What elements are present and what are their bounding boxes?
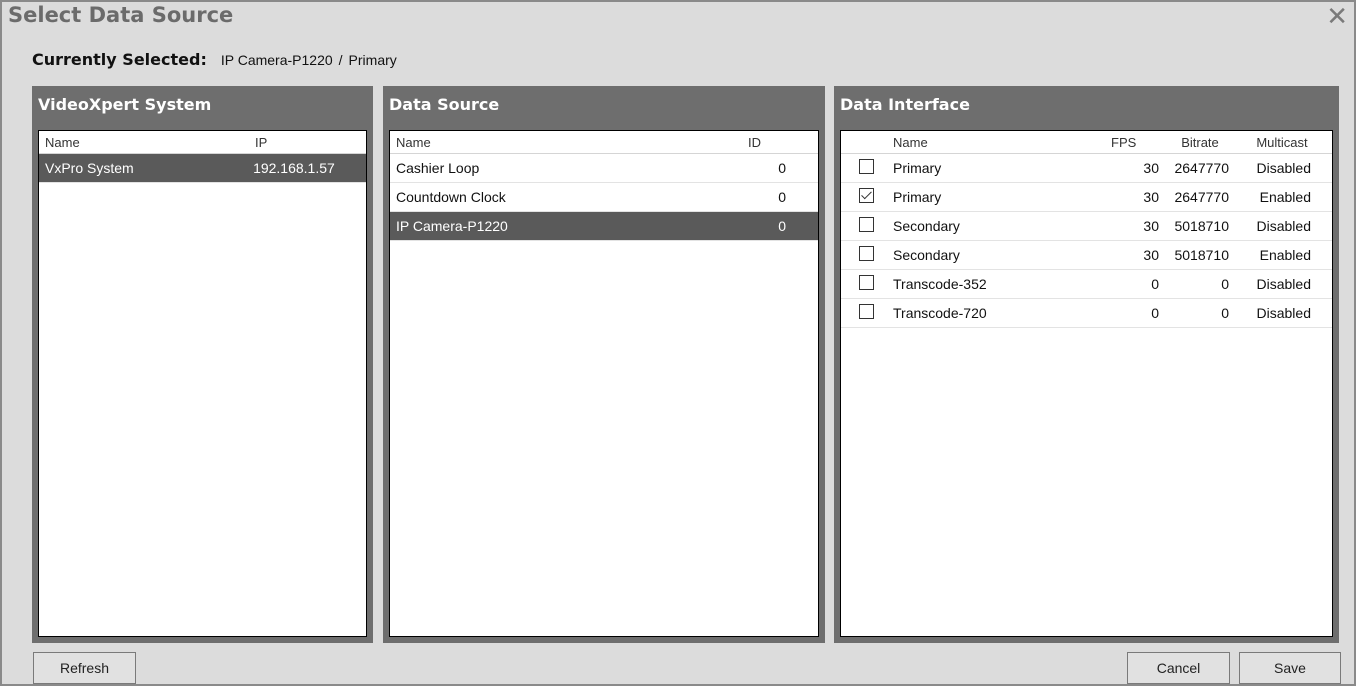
data-source-id: 0: [778, 218, 786, 234]
data-source-name: IP Camera-P1220: [396, 218, 508, 234]
cancel-button[interactable]: Cancel: [1127, 652, 1230, 684]
system-list[interactable]: Name IP VxPro System 192.168.1.57: [38, 130, 367, 637]
data-interface-panel: Data Interface Name FPS Bitrate Multicas…: [834, 86, 1339, 643]
interface-name: Primary: [893, 160, 942, 176]
save-button[interactable]: Save: [1239, 652, 1341, 684]
interface-checkbox[interactable]: [859, 246, 874, 261]
data-interface-list-header: Name FPS Bitrate Multicast: [841, 131, 1332, 154]
close-icon[interactable]: ✕: [1326, 4, 1348, 30]
interface-multicast: Enabled: [1259, 189, 1311, 205]
interface-fps: 30: [1143, 160, 1159, 176]
interface-fps: 0: [1151, 305, 1159, 321]
interface-bitrate: 0: [1221, 276, 1229, 292]
interface-bitrate: 5018710: [1174, 218, 1229, 234]
system-name: VxPro System: [45, 160, 134, 176]
column-header-id[interactable]: ID: [742, 135, 802, 150]
interface-name: Primary: [893, 189, 942, 205]
interface-bitrate: 2647770: [1174, 189, 1229, 205]
data-source-row[interactable]: Cashier Loop 0: [390, 154, 818, 183]
data-source-row[interactable]: IP Camera-P1220 0: [390, 212, 818, 241]
interface-row[interactable]: Transcode-352 0 0 Disabled: [841, 270, 1332, 299]
data-source-list[interactable]: Name ID Cashier Loop 0 Countdown Clock 0…: [389, 130, 819, 637]
interface-fps: 30: [1143, 218, 1159, 234]
videoxpert-system-title: VideoXpert System: [38, 95, 212, 114]
currently-selected-source: IP Camera-P1220: [220, 52, 333, 68]
interface-row[interactable]: Secondary 30 5018710 Enabled: [841, 241, 1332, 270]
system-list-header: Name IP: [39, 131, 366, 154]
currently-selected-label: Currently Selected:: [32, 50, 207, 69]
currently-selected-interface: Primary: [348, 52, 397, 68]
data-source-panel: Data Source Name ID Cashier Loop 0 Count…: [383, 86, 825, 643]
videoxpert-system-panel: VideoXpert System Name IP VxPro System 1…: [32, 86, 373, 643]
data-source-list-header: Name ID: [390, 131, 818, 154]
column-header-fps[interactable]: FPS: [1105, 135, 1165, 150]
interface-fps: 30: [1143, 189, 1159, 205]
interface-checkbox[interactable]: [859, 304, 874, 319]
interface-name: Secondary: [893, 247, 960, 263]
column-header-name[interactable]: Name: [887, 135, 1105, 150]
interface-multicast: Disabled: [1256, 218, 1311, 234]
currently-selected: Currently Selected: IP Camera-P1220 / Pr…: [32, 50, 397, 69]
select-data-source-dialog: Select Data Source ✕ Currently Selected:…: [0, 0, 1356, 686]
interface-multicast: Disabled: [1256, 305, 1311, 321]
interface-bitrate: 5018710: [1174, 247, 1229, 263]
system-row[interactable]: VxPro System 192.168.1.57: [39, 154, 366, 183]
column-header-name[interactable]: Name: [390, 135, 742, 150]
dialog-title: Select Data Source: [8, 3, 234, 27]
interface-multicast: Disabled: [1256, 276, 1311, 292]
interface-name: Transcode-720: [893, 305, 987, 321]
interface-name: Secondary: [893, 218, 960, 234]
data-source-name: Countdown Clock: [396, 189, 506, 205]
data-source-id: 0: [778, 160, 786, 176]
interface-name: Transcode-352: [893, 276, 987, 292]
interface-checkbox[interactable]: [859, 159, 874, 174]
data-source-title: Data Source: [389, 95, 500, 114]
interface-fps: 30: [1143, 247, 1159, 263]
interface-checkbox[interactable]: [859, 217, 874, 232]
interface-checkbox[interactable]: [859, 188, 874, 203]
interface-fps: 0: [1151, 276, 1159, 292]
interface-row[interactable]: Transcode-720 0 0 Disabled: [841, 299, 1332, 328]
data-source-name: Cashier Loop: [396, 160, 480, 176]
system-ip: 192.168.1.57: [253, 160, 335, 176]
interface-multicast: Enabled: [1259, 247, 1311, 263]
interface-row[interactable]: Primary 30 2647770 Enabled: [841, 183, 1332, 212]
currently-selected-separator: /: [338, 52, 343, 68]
column-header-name[interactable]: Name: [39, 135, 249, 150]
column-header-bitrate[interactable]: Bitrate: [1165, 135, 1235, 150]
interface-row[interactable]: Primary 30 2647770 Disabled: [841, 154, 1332, 183]
column-header-ip[interactable]: IP: [249, 135, 359, 150]
column-header-multicast[interactable]: Multicast: [1235, 135, 1329, 150]
interface-multicast: Disabled: [1256, 160, 1311, 176]
data-source-id: 0: [778, 189, 786, 205]
interface-checkbox[interactable]: [859, 275, 874, 290]
data-interface-list[interactable]: Name FPS Bitrate Multicast Primary 30 26…: [840, 130, 1333, 637]
refresh-button[interactable]: Refresh: [33, 652, 136, 684]
interface-bitrate: 2647770: [1174, 160, 1229, 176]
data-source-row[interactable]: Countdown Clock 0: [390, 183, 818, 212]
data-interface-title: Data Interface: [840, 95, 970, 114]
interface-row[interactable]: Secondary 30 5018710 Disabled: [841, 212, 1332, 241]
interface-bitrate: 0: [1221, 305, 1229, 321]
